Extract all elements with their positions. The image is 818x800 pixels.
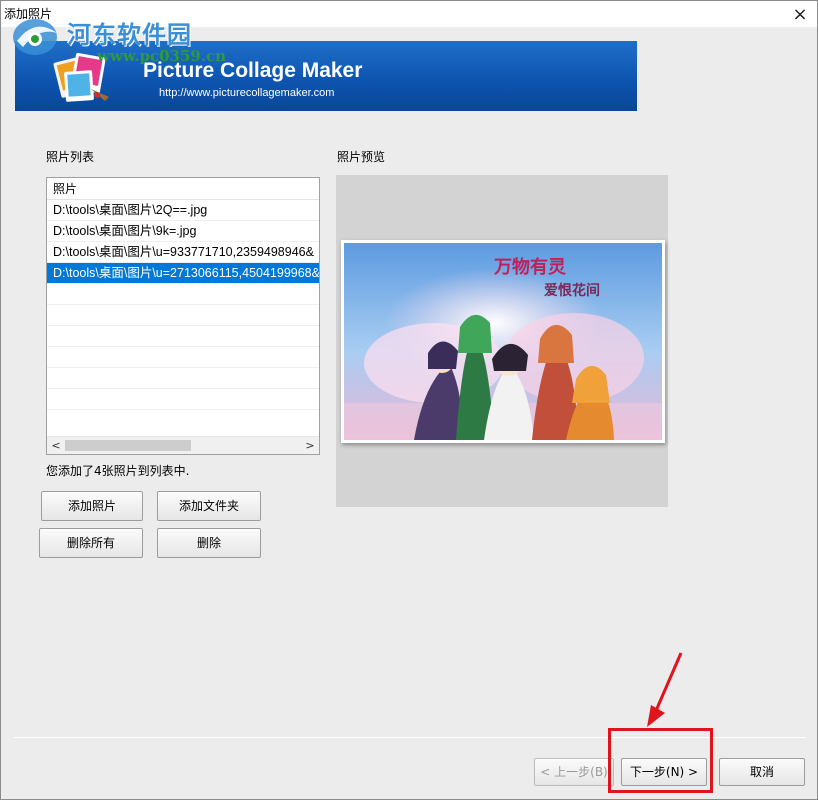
anime-artwork-image: 万物有灵 爱恨花间 xyxy=(344,243,662,440)
scrollbar-thumb[interactable] xyxy=(65,440,191,451)
list-item[interactable]: D:\tools\桌面\图片\9k=.jpg xyxy=(47,221,319,242)
add-folder-button[interactable]: 添加文件夹 xyxy=(157,491,261,521)
photo-count-status: 您添加了4张照片到列表中. xyxy=(46,464,190,478)
preview-image: 万物有灵 爱恨花间 xyxy=(341,240,665,443)
horizontal-scrollbar[interactable]: < > xyxy=(47,436,319,454)
photo-preview-label: 照片预览 xyxy=(337,150,386,164)
artwork-title-2: 爱恨花间 xyxy=(544,282,600,299)
add-photo-button[interactable]: 添加照片 xyxy=(41,491,143,521)
add-photos-dialog: 添加照片 × 河东软件园 www.pc0359.cn Picture Colla… xyxy=(0,0,818,800)
close-icon[interactable]: × xyxy=(789,3,811,25)
cancel-button[interactable]: 取消 xyxy=(719,758,805,786)
next-button[interactable]: 下一步(N) > xyxy=(621,758,707,786)
list-empty-row xyxy=(47,389,319,410)
collage-logo-icon xyxy=(53,52,109,102)
list-item[interactable]: D:\tools\桌面\图片\u=933771710,2359498946& xyxy=(47,242,319,263)
list-item[interactable]: D:\tools\桌面\图片\2Q==.jpg xyxy=(47,200,319,221)
window-title: 添加照片 xyxy=(4,7,53,21)
scroll-right-icon[interactable]: > xyxy=(301,437,319,454)
banner-title: Picture Collage Maker xyxy=(143,59,363,82)
list-empty-row xyxy=(47,368,319,389)
previous-button[interactable]: < 上一步(B) xyxy=(534,758,614,786)
list-item-selected[interactable]: D:\tools\桌面\图片\u=2713066115,4504199968& xyxy=(47,263,319,284)
banner-url: http://www.picturecollagemaker.com xyxy=(159,87,335,99)
list-column-header[interactable]: 照片 xyxy=(47,178,319,200)
photo-list[interactable]: 照片 D:\tools\桌面\图片\2Q==.jpg D:\tools\桌面\图… xyxy=(46,177,320,455)
list-empty-row xyxy=(47,305,319,326)
photo-preview-panel: 万物有灵 爱恨花间 xyxy=(336,175,668,507)
list-empty-row xyxy=(47,326,319,347)
footer-separator xyxy=(14,737,806,738)
scroll-left-icon[interactable]: < xyxy=(47,437,65,454)
annotation-arrow-icon xyxy=(647,652,683,727)
list-empty-row xyxy=(47,347,319,368)
artwork-title-1: 万物有灵 xyxy=(493,256,567,278)
app-banner: Picture Collage Maker http://www.picture… xyxy=(15,41,637,111)
delete-all-button[interactable]: 删除所有 xyxy=(39,528,143,558)
list-empty-row xyxy=(47,284,319,305)
delete-button[interactable]: 删除 xyxy=(157,528,261,558)
photo-list-label: 照片列表 xyxy=(46,150,95,164)
title-bar: 添加照片 × xyxy=(1,1,817,27)
